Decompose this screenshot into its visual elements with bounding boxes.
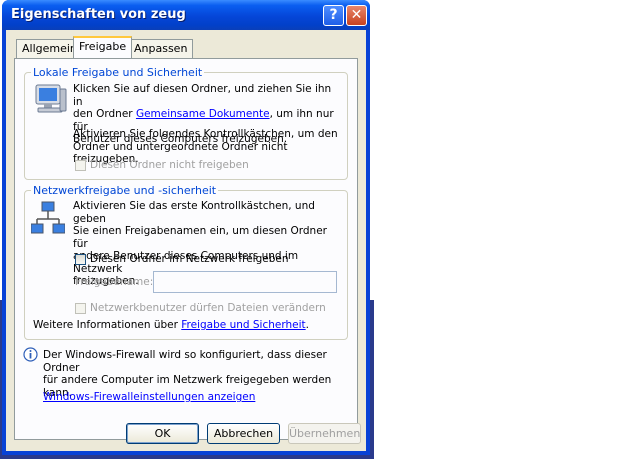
sharename-input[interactable]	[153, 271, 337, 293]
network-icon	[31, 201, 65, 234]
local-sharing-group: Lokale Freigabe und Sicherheit Klicken S…	[24, 66, 348, 180]
do-not-share-checkbox[interactable]	[75, 160, 86, 171]
close-icon: ✕	[350, 7, 363, 23]
tab-anpassen[interactable]: Anpassen	[128, 39, 194, 58]
apply-button[interactable]: Übernehmen	[288, 423, 361, 444]
ok-button[interactable]: OK	[126, 423, 199, 444]
properties-dialog: Eigenschaften von zeug ? ✕ Allgemein Fre…	[2, 0, 370, 455]
cancel-button[interactable]: Abbrechen	[207, 423, 280, 444]
dialog-client: Allgemein Freigabe Anpassen Lokale Freig…	[6, 30, 366, 451]
computer-icon	[35, 84, 67, 113]
more-info-pre: Weitere Informationen über	[33, 319, 182, 331]
help-button[interactable]: ?	[323, 5, 344, 26]
sharename-label: Freigabename:	[75, 276, 154, 288]
tab-page: Lokale Freigabe und Sicherheit Klicken S…	[14, 58, 358, 440]
network-desc-line-2: Sie einen Freigabenamen ein, um diesen O…	[73, 225, 327, 250]
more-info-post: .	[305, 319, 309, 331]
help-icon: ?	[329, 7, 338, 23]
allow-modify-checkbox[interactable]	[75, 303, 86, 314]
network-sharing-legend: Netzwerkfreigabe und -sicherheit	[31, 184, 219, 197]
more-info: Weitere Informationen über Freigabe und …	[33, 319, 309, 332]
network-desc-line-1: Aktivieren Sie das erste Kontrollkästche…	[73, 200, 315, 225]
tab-freigabe[interactable]: Freigabe	[73, 36, 133, 58]
info-icon	[23, 347, 38, 362]
local-desc-line-2-pre: den Ordner	[73, 108, 136, 120]
firewall-settings-link[interactable]: Windows-Firewalleinstellungen anzeigen	[43, 391, 255, 404]
shared-documents-link[interactable]: Gemeinsame Dokumente	[136, 108, 270, 120]
network-sharing-group: Netzwerkfreigabe und -sicherheit Aktivie…	[24, 184, 348, 340]
local-desc2-line-1: Aktivieren Sie folgendes Kontrollkästche…	[73, 128, 338, 140]
allow-modify-label: Netzwerkbenutzer dürfen Dateien veränder…	[90, 302, 326, 314]
sharing-security-link[interactable]: Freigabe und Sicherheit	[181, 319, 305, 331]
local-sharing-legend: Lokale Freigabe und Sicherheit	[31, 66, 205, 79]
do-not-share-label: Diesen Ordner nicht freigeben	[90, 159, 249, 171]
share-folder-label: Diesen Ordner im Netzwerk freigeben	[90, 253, 289, 265]
local-desc-line-1: Klicken Sie auf diesen Ordner, und ziehe…	[73, 83, 332, 108]
firewall-info-line-1: Der Windows-Firewall wird so konfigurier…	[43, 349, 327, 374]
close-button[interactable]: ✕	[346, 5, 367, 26]
share-folder-checkbox[interactable]	[75, 254, 86, 265]
window-title: Eigenschaften von zeug	[11, 7, 186, 22]
title-bar[interactable]: Eigenschaften von zeug ? ✕	[2, 0, 370, 30]
